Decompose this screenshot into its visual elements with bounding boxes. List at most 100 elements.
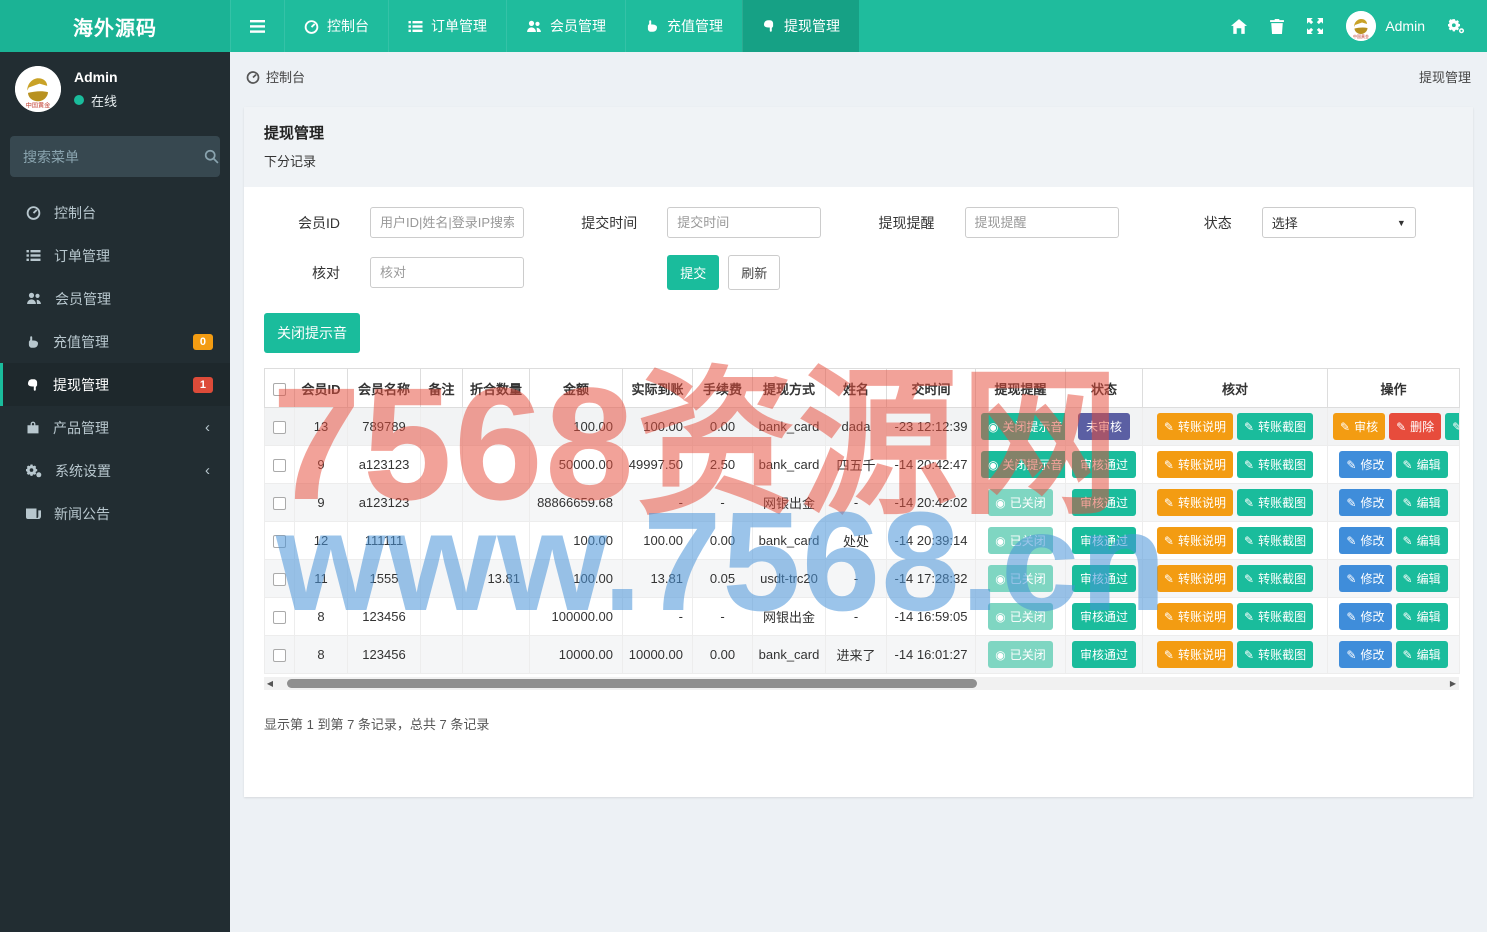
scroll-left-arrow[interactable]: ◀ [264, 679, 276, 688]
remind-sound-button[interactable]: ◉关闭提示音 [981, 451, 1066, 478]
check-button-转账截图[interactable]: ✎转账截图 [1237, 489, 1313, 516]
column-header-状态[interactable]: 状态 [1066, 369, 1143, 408]
mute-sound-button[interactable]: 关闭提示音 [264, 313, 360, 353]
sidebar-search-input[interactable] [23, 149, 204, 165]
action-button-修改[interactable]: ✎修改 [1339, 603, 1391, 630]
sidebar-item-提现管理[interactable]: 提现管理1 [0, 363, 230, 406]
cell-converted: 13.81 [463, 560, 530, 598]
column-header-会员名称[interactable]: 会员名称 [348, 369, 421, 408]
check-button-转账说明[interactable]: ✎转账说明 [1157, 641, 1233, 668]
action-button-编辑[interactable]: ✎编辑 [1396, 603, 1448, 630]
column-header-会员ID[interactable]: 会员ID [295, 369, 348, 408]
action-button-编辑[interactable]: ✎编辑 [1396, 641, 1448, 668]
check-button-转账说明[interactable]: ✎转账说明 [1157, 565, 1233, 592]
submit-button[interactable]: 提交 [667, 255, 719, 290]
cell-amount: 10000.00 [530, 636, 623, 674]
check-button-转账截图[interactable]: ✎转账截图 [1237, 413, 1313, 440]
check-button-转账说明[interactable]: ✎转账说明 [1157, 603, 1233, 630]
column-header-交时间[interactable]: 交时间 [887, 369, 976, 408]
action-button-修改[interactable]: ✎修改 [1339, 451, 1391, 478]
nav-item-充值管理[interactable]: 充值管理 [625, 0, 742, 52]
column-header-提现提醒[interactable]: 提现提醒 [976, 369, 1066, 408]
row-checkbox[interactable] [273, 649, 286, 662]
check-button-转账说明[interactable]: ✎转账说明 [1157, 527, 1233, 554]
scrollbar-thumb[interactable] [287, 679, 977, 688]
column-header-核对[interactable]: 核对 [1143, 369, 1328, 408]
action-button-编辑[interactable]: ✎编辑 [1396, 527, 1448, 554]
remind-sound-button[interactable]: ◉已关闭 [988, 565, 1053, 592]
fullscreen-button[interactable] [1296, 0, 1334, 52]
column-header-提现方式[interactable]: 提现方式 [753, 369, 826, 408]
breadcrumb-home[interactable]: 控制台 [246, 67, 305, 86]
scroll-right-arrow[interactable]: ▶ [1447, 679, 1459, 688]
sidebar-item-会员管理[interactable]: 会员管理 [0, 277, 230, 320]
check-input[interactable] [370, 257, 524, 288]
check-button-转账截图[interactable]: ✎转账截图 [1237, 451, 1313, 478]
column-header-操作[interactable]: 操作 [1328, 369, 1460, 408]
sidebar-item-新闻公告[interactable]: 新闻公告 [0, 492, 230, 535]
check-button-转账说明[interactable]: ✎转账说明 [1157, 451, 1233, 478]
check-button-转账截图[interactable]: ✎转账截图 [1237, 641, 1313, 668]
check-button-转账截图[interactable]: ✎转账截图 [1237, 565, 1313, 592]
action-button-编辑[interactable]: ✎编辑 [1396, 451, 1448, 478]
nav-item-控制台[interactable]: 控制台 [284, 0, 388, 52]
cell-converted [463, 408, 530, 446]
select-all-checkbox[interactable] [273, 383, 286, 396]
submit-time-input[interactable] [667, 207, 821, 238]
status-select[interactable]: 选择 ▼ [1262, 207, 1416, 238]
home-button[interactable] [1220, 0, 1258, 52]
row-checkbox[interactable] [273, 611, 286, 624]
remind-sound-button[interactable]: ◉关闭提示音 [981, 413, 1066, 440]
action-button-编辑[interactable]: ✎编辑 [1396, 565, 1448, 592]
user-menu[interactable]: 中国黄金 Admin [1334, 11, 1437, 41]
search-icon[interactable] [204, 149, 219, 164]
action-button-修改[interactable]: ✎修改 [1339, 527, 1391, 554]
cell-check: ✎转账说明✎转账截图 [1143, 446, 1328, 484]
sidebar-item-产品管理[interactable]: 产品管理‹ [0, 406, 230, 449]
action-button-删除[interactable]: ✎删除 [1389, 413, 1441, 440]
remind-sound-button[interactable]: ◉已关闭 [988, 641, 1053, 668]
check-button-转账说明[interactable]: ✎转账说明 [1157, 413, 1233, 440]
member-id-input[interactable] [370, 207, 524, 238]
row-checkbox[interactable] [273, 573, 286, 586]
status-badge: 审核通过 [1072, 603, 1136, 630]
remind-input[interactable] [965, 207, 1119, 238]
clear-cache-button[interactable] [1258, 0, 1296, 52]
sidebar-toggle-button[interactable] [230, 0, 284, 52]
pencil-icon: ✎ [1340, 420, 1350, 434]
check-button-转账截图[interactable]: ✎转账截图 [1237, 527, 1313, 554]
column-header-折合数量[interactable]: 折合数量 [463, 369, 530, 408]
action-button-修改[interactable]: ✎修改 [1339, 641, 1391, 668]
column-header-姓名[interactable]: 姓名 [826, 369, 887, 408]
refresh-button[interactable]: 刷新 [728, 255, 780, 290]
check-button-转账截图[interactable]: ✎转账截图 [1237, 603, 1313, 630]
action-button-编辑[interactable]: ✎编辑 [1445, 413, 1459, 440]
action-button-修改[interactable]: ✎修改 [1339, 489, 1391, 516]
remind-sound-button[interactable]: ◉已关闭 [988, 527, 1053, 554]
settings-button[interactable] [1437, 0, 1475, 52]
column-header-备注[interactable]: 备注 [421, 369, 463, 408]
row-checkbox[interactable] [273, 535, 286, 548]
action-button-修改[interactable]: ✎修改 [1339, 565, 1391, 592]
column-header-实际到账[interactable]: 实际到账 [623, 369, 693, 408]
action-button-编辑[interactable]: ✎编辑 [1396, 489, 1448, 516]
nav-item-会员管理[interactable]: 会员管理 [506, 0, 625, 52]
nav-item-提现管理[interactable]: 提现管理 [742, 0, 859, 52]
nav-item-订单管理[interactable]: 订单管理 [388, 0, 506, 52]
row-checkbox[interactable] [273, 497, 286, 510]
cell-remind: ◉已关闭 [976, 636, 1066, 674]
column-header-手续费[interactable]: 手续费 [693, 369, 753, 408]
cell-time: -14 16:01:27 [887, 636, 976, 674]
row-checkbox[interactable] [273, 459, 286, 472]
row-checkbox[interactable] [273, 421, 286, 434]
check-button-转账说明[interactable]: ✎转账说明 [1157, 489, 1233, 516]
remind-sound-button[interactable]: ◉已关闭 [988, 489, 1053, 516]
remind-sound-button[interactable]: ◉已关闭 [988, 603, 1053, 630]
sidebar-item-充值管理[interactable]: 充值管理0 [0, 320, 230, 363]
brand-logo[interactable]: 海外源码 [0, 0, 230, 52]
sidebar-item-订单管理[interactable]: 订单管理 [0, 234, 230, 277]
column-header-金额[interactable]: 金额 [530, 369, 623, 408]
action-button-审核[interactable]: ✎审核 [1333, 413, 1385, 440]
sidebar-item-控制台[interactable]: 控制台 [0, 191, 230, 234]
sidebar-item-系统设置[interactable]: 系统设置‹ [0, 449, 230, 492]
